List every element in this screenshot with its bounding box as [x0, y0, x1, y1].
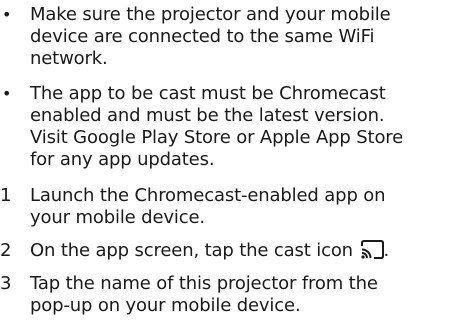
bullet-marker: • [2, 84, 12, 103]
bullet-text-line: Make sure the projector and your mobile [30, 4, 391, 25]
step-number: 3 [0, 273, 12, 294]
bullet-text-line: network. [30, 48, 108, 69]
step-text: Launch the Chromecast-enabled app on you… [30, 185, 458, 229]
bullet-text-line: enabled and must be the latest version. [30, 105, 385, 126]
step-text: On the app screen, tap the cast icon . [30, 240, 458, 262]
bullet-marker: • [2, 5, 12, 24]
step-text-after-icon: . [383, 240, 390, 261]
step-text-line: Launch the Chromecast-enabled app on [30, 185, 386, 206]
instructions-document: • Make sure the projector and your mobil… [0, 0, 461, 333]
step-text-line: pop-up on your mobile device. [30, 295, 301, 316]
bullet-text-line: Visit Google Play Store or Apple App Sto… [30, 127, 404, 148]
bullet-text-line: The app to be cast must be Chromecast [30, 83, 386, 104]
step-text-line: On the app screen, tap the cast icon . [30, 240, 458, 262]
cast-icon [360, 240, 384, 259]
step-text-before-icon: On the app screen, tap the cast icon [30, 240, 353, 261]
bullet-text-line: for any app updates. [30, 149, 215, 170]
bullet-text: The app to be cast must be Chromecast en… [30, 83, 458, 171]
step-text-line: your mobile device. [30, 207, 205, 228]
step-number: 2 [0, 240, 12, 261]
bullet-text-line: device are connected to the same WiFi [30, 26, 375, 47]
bullet-text: Make sure the projector and your mobile … [30, 4, 458, 70]
step-text: Tap the name of this projector from the … [30, 273, 458, 317]
step-text-line: Tap the name of this projector from the [30, 273, 378, 294]
step-number: 1 [0, 185, 12, 206]
